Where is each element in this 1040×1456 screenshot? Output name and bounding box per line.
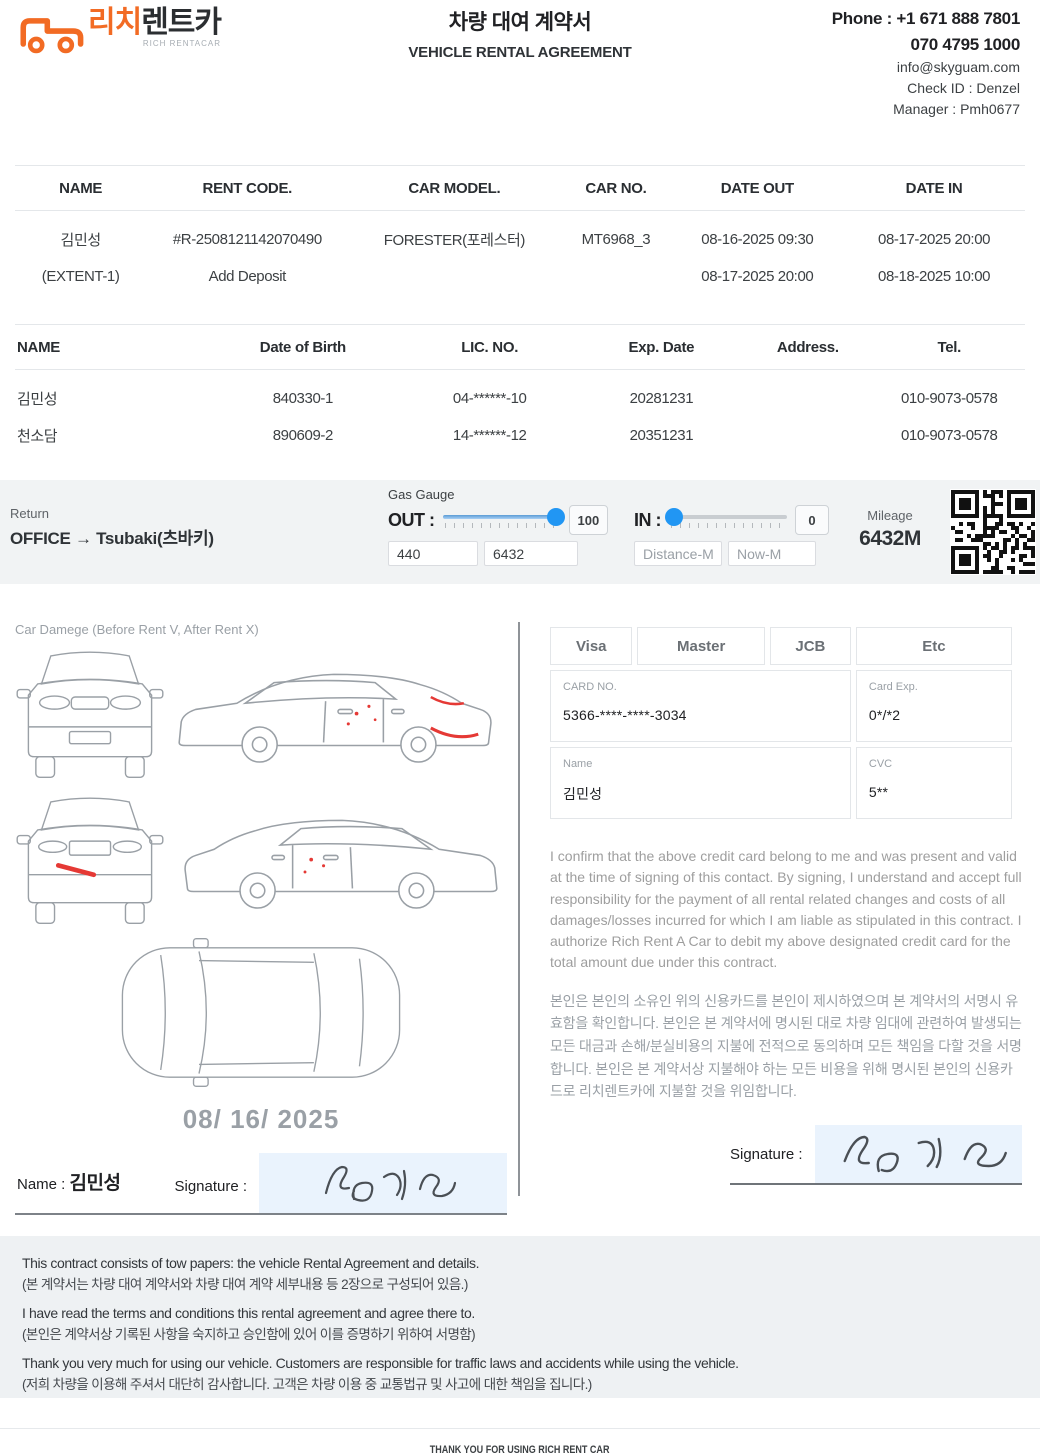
gas-out-label: OUT : [388, 510, 435, 531]
gas-in-slider[interactable] [669, 507, 787, 533]
rental-table: NAME RENT CODE. CAR MODEL. CAR NO. DATE … [15, 165, 1025, 295]
signature-stroke [259, 1153, 507, 1213]
phone-secondary: 070 4795 1000 [832, 32, 1020, 58]
damage-label: Car Damege (Before Rent V, After Rent X) [15, 622, 507, 637]
card-name-value: 김민성 [563, 784, 838, 804]
card-type-master[interactable]: Master [637, 627, 764, 665]
distance-m-input[interactable] [634, 541, 722, 566]
mileage-block: Mileage 6432M [838, 508, 942, 551]
gas-in-label: IN : [634, 510, 661, 531]
rental-table-header: NAME RENT CODE. CAR MODEL. CAR NO. DATE … [15, 165, 1025, 211]
slider-handle[interactable] [665, 508, 683, 526]
car-top-view [111, 935, 411, 1090]
table-row: (EXTENT-1) Add Deposit 08-17-2025 20:00 … [15, 258, 1025, 295]
driver-table-header: NAME Date of Birth LIC. NO. Exp. Date Ad… [15, 324, 1025, 370]
gas-gauge-label: Gas Gauge [388, 487, 455, 502]
distance-input[interactable] [388, 541, 478, 566]
car-side-view-right [173, 795, 503, 920]
card-number-value: 5366-****-****-3034 [563, 707, 838, 723]
slider-ticks [445, 523, 559, 528]
title-english: VEHICLE RENTAL AGREEMENT [330, 44, 710, 61]
terms-line: This contract consists of tow papers: th… [22, 1253, 1018, 1295]
table-row: 김민성 #R-2508121142070490 FORESTER(포레스터) M… [15, 221, 1025, 258]
confirmation-text-ko: 본인은 본인의 소유인 위의 신용카드를 본인이 제시하였으며 본 계약서의 서… [550, 990, 1022, 1103]
contact-info: Phone : +1 671 888 7801 070 4795 1000 in… [832, 6, 1020, 120]
slider-track[interactable] [669, 515, 787, 519]
check-id: Check ID : Denzel [832, 78, 1020, 99]
page-title: 차량 대여 계약서 VEHICLE RENTAL AGREEMENT [330, 6, 710, 61]
card-cvc-value: 5** [869, 784, 999, 800]
signature-label: Signature : [174, 1178, 247, 1213]
card-type-visa[interactable]: Visa [550, 627, 632, 665]
brand-name: 리치렌트카 [88, 8, 221, 38]
card-exp-value: 0*/*2 [869, 707, 999, 723]
terms-footer: This contract consists of tow papers: th… [0, 1236, 1040, 1398]
terms-line: Thank you very much for using our vehicl… [22, 1353, 1018, 1395]
driver-table: NAME Date of Birth LIC. NO. Exp. Date Ad… [15, 324, 1025, 454]
renter-name: Name : 김민성 [17, 1168, 120, 1213]
title-korean: 차량 대여 계약서 [330, 6, 710, 36]
confirmation-text-en: I confirm that the above credit card bel… [550, 846, 1022, 974]
gauge-band: Return OFFICE → Tsubaki(츠바키) Gas Gauge O… [0, 480, 1040, 584]
card-type-jcb[interactable]: JCB [770, 627, 851, 665]
return-route: OFFICE → Tsubaki(츠바키) [10, 524, 214, 549]
thanks-text: THANK YOU FOR USING RICH RENT CAR [430, 1444, 610, 1456]
signature-stroke [815, 1125, 1022, 1183]
car-icon [14, 8, 88, 56]
qr-code [950, 489, 1036, 575]
car-front-view [15, 641, 165, 781]
brand-subtitle: RICH RENTACAR [143, 40, 221, 48]
contract-date: 08/ 16/ 2025 [15, 1104, 507, 1135]
car-side-view-left [173, 649, 503, 774]
cardholder-signature-row: Signature : [730, 1125, 1022, 1185]
column-divider [518, 622, 520, 1196]
signature-pad[interactable] [259, 1153, 507, 1213]
terms-line: I have read the terms and conditions thi… [22, 1303, 1018, 1345]
rental-agreement-page: 리치렌트카 RICH RENTACAR 차량 대여 계약서 VEHICLE RE… [0, 0, 1040, 1456]
mileage-value: 6432M [838, 527, 942, 551]
slider-ticks [671, 523, 785, 528]
renter-signature-row: Name : 김민성 Signature : [15, 1153, 507, 1215]
signature-pad[interactable] [815, 1125, 1022, 1183]
gas-in-value[interactable]: 0 [795, 505, 829, 535]
table-row: 천소담 890609-2 14-******-12 20351231 010-9… [15, 417, 1025, 454]
phone-primary: Phone : +1 671 888 7801 [832, 6, 1020, 32]
gas-out-slider[interactable] [443, 507, 561, 533]
odometer-input[interactable] [484, 541, 578, 566]
card-exp-cell: Card Exp. 0*/*2 [856, 670, 1012, 742]
slider-track[interactable] [443, 515, 561, 519]
return-info: Return OFFICE → Tsubaki(츠바키) [10, 506, 214, 549]
table-row: 김민성 840330-1 04-******-10 20281231 010-9… [15, 380, 1025, 417]
thanks-bar: THANK YOU FOR USING RICH RENT CAR [0, 1428, 1040, 1456]
credit-card-section: Visa Master JCB Etc CARD NO. 5366-****-*… [550, 622, 1022, 1185]
card-number-cell: CARD NO. 5366-****-****-3034 [550, 670, 851, 742]
car-damage-section: Car Damege (Before Rent V, After Rent X) [15, 622, 507, 1215]
slider-handle[interactable] [547, 508, 565, 526]
card-name-cell: Name 김민성 [550, 747, 851, 819]
card-table: Visa Master JCB Etc CARD NO. 5366-****-*… [545, 622, 1017, 824]
card-type-etc[interactable]: Etc [856, 627, 1012, 665]
car-rear-view [15, 787, 165, 927]
gas-out-value[interactable]: 100 [569, 505, 609, 535]
email: info@skyguam.com [832, 57, 1020, 78]
now-m-input[interactable] [728, 541, 816, 566]
signature-label: Signature : [730, 1146, 803, 1183]
card-cvc-cell: CVC 5** [856, 747, 1012, 819]
brand-logo: 리치렌트카 RICH RENTACAR [14, 8, 221, 56]
manager: Manager : Pmh0677 [832, 99, 1020, 120]
